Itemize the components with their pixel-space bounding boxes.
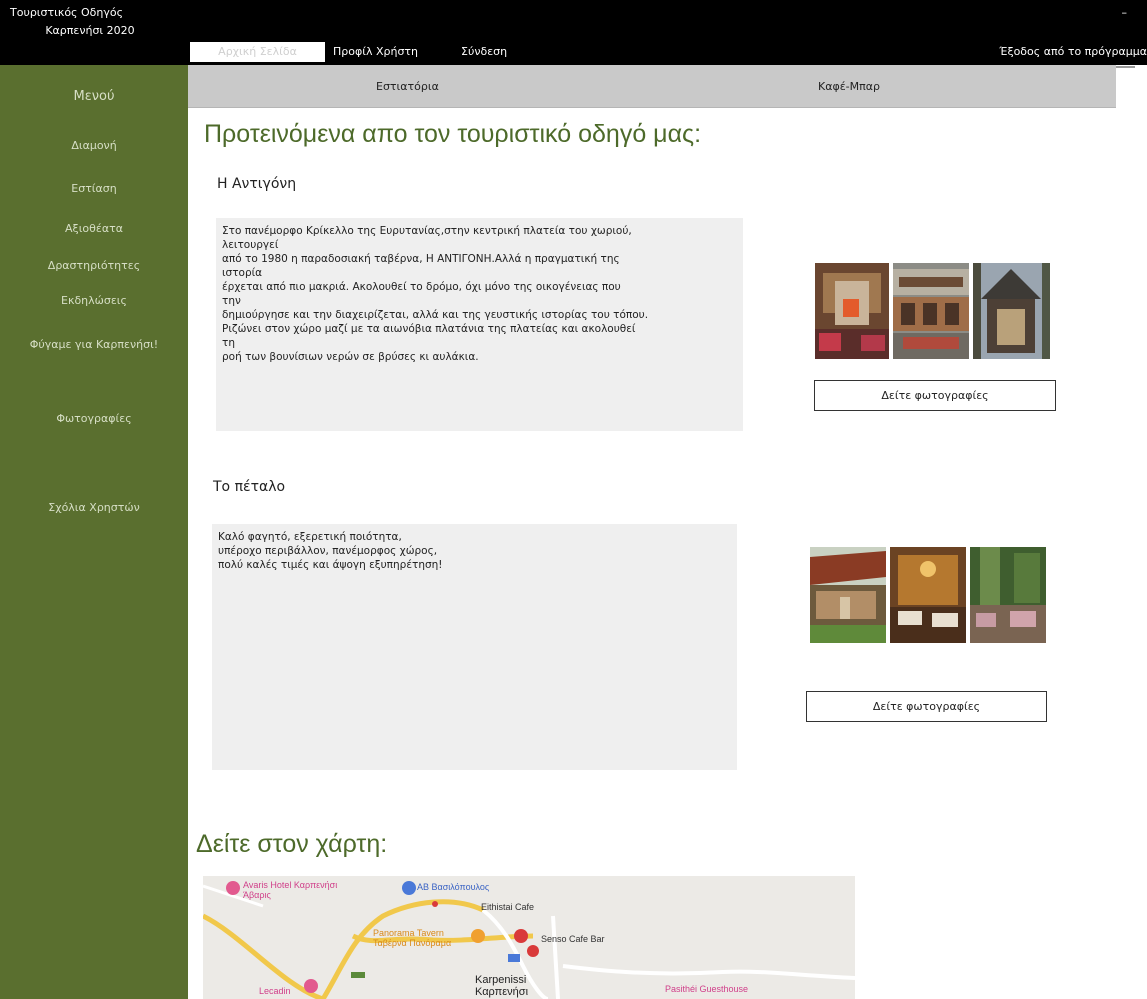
restaurant-photo: [815, 263, 889, 359]
map-graphic: [203, 876, 855, 999]
sidebar-item-comments[interactable]: Σχόλια Χρηστών: [0, 501, 188, 514]
map-label-left: Lecadin: [259, 986, 291, 996]
title-bar: Τουριστικός Οδηγός Καρπενήσι 2020 – Αρχι…: [0, 0, 1147, 65]
description-line: ιστορία: [222, 267, 263, 279]
sidebar-menu-title: Μενού: [73, 89, 115, 104]
description-line: λειτουργεί: [222, 239, 279, 251]
photo-strip: [810, 547, 1046, 643]
photo-strip: [815, 263, 1050, 359]
description-line: τη: [222, 337, 235, 349]
exit-program-link[interactable]: Έξοδος από το πρόγραμμα: [999, 42, 1147, 62]
description-line: Καλό φαγητό, εξερετική ποιότητα,: [218, 531, 402, 543]
app-title-line2: Καρπενήσι 2020: [45, 24, 135, 37]
description-line: Στο πανέμορφο Κρίκελλο της Ευρυτανίας,στ…: [222, 225, 632, 237]
view-photos-button[interactable]: Δείτε φωτογραφίες: [814, 380, 1056, 411]
description-line: δημιούργησε και την διαχειρίζεται, αλλά …: [222, 309, 649, 321]
page-title: Προτεινόμενα απο τον τουριστικό οδηγό μα…: [204, 120, 702, 148]
sidebar-item-photos[interactable]: Φωτογραφίες: [0, 412, 188, 425]
map-label-hotel-sub: Άβαρις: [243, 890, 271, 900]
place-name: Το πέταλο: [213, 479, 286, 495]
description-line: Ριζώνει στον χώρο μαζί με τα αιωνόβια πλ…: [222, 323, 636, 335]
map-label-store: ΑΒ Βασιλόπουλος: [417, 882, 490, 892]
map-title: Δείτε στον χάρτη:: [196, 830, 388, 858]
map-label-hotel: Avaris Hotel Καρπενήσι: [243, 880, 338, 890]
sidebar-item-events[interactable]: Εκδηλώσεις: [0, 294, 188, 307]
sidebar-item-trip[interactable]: Φύγαμε για Καρπενήσι!: [0, 338, 188, 351]
description-line: πολύ καλές τιμές και άψογη εξυπηρέτηση!: [218, 559, 443, 571]
map-label-cafe1: Eithistai Cafe: [481, 902, 535, 912]
tab-restaurants[interactable]: Εστιατόρια: [376, 80, 439, 93]
sidebar: Μενού Διαμονή Εστίαση Αξιοθέατα Δραστηρι…: [0, 65, 188, 999]
map-label-cafe2: Senso Cafe Bar: [541, 934, 605, 944]
minimize-button[interactable]: –: [1122, 6, 1128, 19]
description-line: την: [222, 295, 241, 307]
map-label-taverna-sub: Ταβέρνα Πανόραμα: [373, 938, 452, 948]
map-label-guesthouse: Pasithéi Guesthouse: [665, 984, 749, 994]
sidebar-item-activities[interactable]: Δραστηριότητες: [0, 259, 188, 272]
description-line: έρχεται από πιο μακριά. Ακολουθεί το δρό…: [222, 281, 621, 293]
description-line: από το 1980 η παραδοσιακή ταβέρνα, Η ΑΝΤ…: [222, 253, 620, 265]
tab-home[interactable]: Αρχική Σελίδα: [190, 42, 325, 62]
sidebar-item-sights[interactable]: Αξιοθέατα: [0, 222, 188, 235]
tab-user-profile[interactable]: Προφίλ Χρήστη: [333, 42, 418, 62]
restaurant-photo: [810, 547, 886, 643]
restaurant-photo: [973, 263, 1050, 359]
place-description: Στο πανέμορφο Κρίκελλο της Ευρυτανίας,στ…: [216, 218, 743, 431]
map-view[interactable]: Avaris Hotel Καρπενήσι Άβαρις ΑΒ Βασιλόπ…: [203, 876, 855, 999]
map-label-taverna: Panorama Tavern: [373, 928, 444, 938]
view-photos-button[interactable]: Δείτε φωτογραφίες: [806, 691, 1047, 722]
restaurant-photo: [970, 547, 1046, 643]
tab-cafe-bar[interactable]: Καφέ-Μπαρ: [818, 80, 880, 93]
restaurant-photo: [893, 263, 969, 359]
description-line: ροή των βουνίσιων νερών σε βρύσες κι αυλ…: [222, 351, 479, 363]
category-tabs: Εστιατόρια Καφέ-Μπαρ: [188, 65, 1116, 108]
place-description: Καλό φαγητό, εξερετική ποιότητα, υπέροχο…: [212, 524, 737, 770]
map-label-town: Karpenissi: [475, 974, 527, 986]
app-title-line1: Τουριστικός Οδηγός: [10, 6, 124, 19]
sidebar-item-dining[interactable]: Εστίαση: [0, 182, 188, 195]
description-line: υπέροχο περιβάλλον, πανέμορφος χώρος,: [218, 545, 438, 557]
place-name: Η Αντιγόνη: [217, 176, 297, 192]
sidebar-item-accommodation[interactable]: Διαμονή: [0, 139, 188, 152]
app-title: Τουριστικός Οδηγός Καρπενήσι 2020: [10, 4, 170, 40]
map-label-town-sub: Καρπενήσι: [475, 986, 529, 998]
restaurant-photo: [890, 547, 966, 643]
tab-login[interactable]: Σύνδεση: [461, 42, 507, 62]
